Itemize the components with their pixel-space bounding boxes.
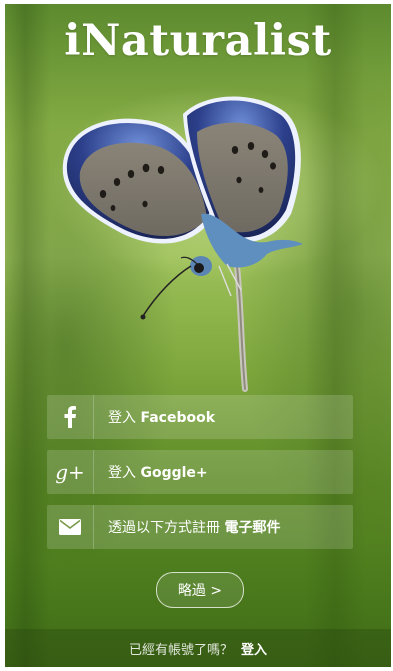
login-screen: iNaturalist 登入 Facebook g+ 登入 Goggle+ 透過… bbox=[5, 4, 391, 667]
skip-button[interactable]: 略過 > bbox=[156, 572, 244, 608]
login-link[interactable]: 登入 bbox=[241, 639, 267, 658]
mail-icon bbox=[47, 505, 94, 549]
google-plus-icon: g+ bbox=[47, 450, 94, 494]
email-signup-label: 透過以下方式註冊 電子郵件 bbox=[108, 520, 281, 536]
facebook-login-button[interactable]: 登入 Facebook bbox=[47, 395, 353, 439]
google-login-button[interactable]: g+ 登入 Goggle+ bbox=[47, 450, 353, 494]
facebook-icon bbox=[47, 395, 94, 439]
email-signup-button[interactable]: 透過以下方式註冊 電子郵件 bbox=[47, 505, 353, 549]
google-login-label: 登入 Goggle+ bbox=[108, 465, 208, 481]
footer-question: 已經有帳號了嗎？ bbox=[128, 642, 233, 658]
footer-bar: 已經有帳號了嗎？ 登入 bbox=[5, 629, 391, 667]
facebook-login-label: 登入 Facebook bbox=[108, 410, 216, 426]
app-logo: iNaturalist bbox=[64, 16, 332, 66]
